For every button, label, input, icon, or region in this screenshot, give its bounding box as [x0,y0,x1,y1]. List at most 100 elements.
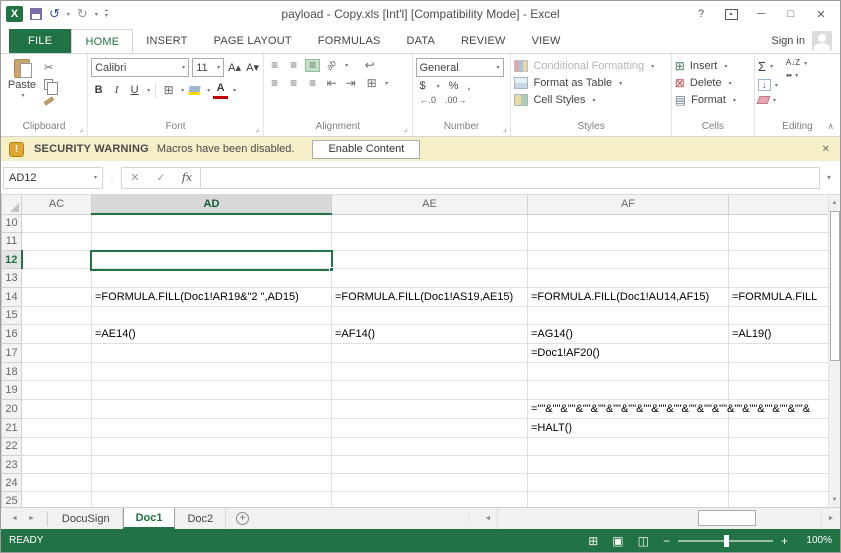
cell-AD24[interactable] [92,474,332,492]
cell-AF12[interactable] [528,251,729,269]
zoom-slider-thumb[interactable] [724,535,729,547]
formula-bar-splitter[interactable]: ⋮ [103,173,121,182]
underline-dropdown-icon[interactable]: ▾ [147,87,150,94]
comma-style-button[interactable]: , [467,80,470,92]
user-avatar[interactable] [812,31,832,51]
cell-AC22[interactable] [22,437,92,455]
tab-view[interactable]: VIEW [519,29,574,53]
cell-AE20[interactable] [332,399,528,418]
new-sheet-button[interactable]: + [226,508,259,529]
row-header-15[interactable]: 15 [2,306,22,324]
cell-AD20[interactable] [92,399,332,418]
cell-AD11[interactable] [92,232,332,250]
page-break-preview-button[interactable]: ◫ [638,534,649,548]
cell-AD21[interactable] [92,418,332,437]
cell-AE10[interactable] [332,214,528,232]
redo-icon[interactable]: ↻ [77,8,88,20]
cell-AD12[interactable] [92,251,332,269]
cell-AC19[interactable] [22,381,92,399]
cell-AF10[interactable] [528,214,729,232]
cell-AG10[interactable] [729,214,841,232]
zoom-out-button[interactable]: − [663,536,670,546]
cell-AG13[interactable] [729,269,841,287]
warning-close-icon[interactable]: ✕ [822,144,830,155]
tab-file[interactable]: FILE [9,29,71,53]
row-header-14[interactable]: 14 [2,287,22,306]
cell-AG25[interactable] [729,492,841,507]
bold-button[interactable]: B [91,81,106,99]
accounting-format-button[interactable]: $ [420,80,426,92]
row-header-11[interactable]: 11 [2,232,22,250]
enable-content-button[interactable]: Enable Content [312,140,420,159]
cell-AF14[interactable]: =FORMULA.FILL(Doc1!AU14,AF15) [528,287,729,306]
zoom-slider[interactable] [678,540,773,542]
font-name-select[interactable]: Calibri▾ [91,58,189,77]
formula-input[interactable] [200,167,820,189]
cell-AE18[interactable] [332,362,528,380]
cell-AC25[interactable] [22,492,92,507]
cell-AF15[interactable] [528,306,729,324]
cell-AF22[interactable] [528,437,729,455]
sheet-tab-doc1[interactable]: Doc1 [123,508,176,529]
column-header-AF[interactable]: AF [528,195,729,214]
cell-AE11[interactable] [332,232,528,250]
middle-align-button[interactable]: ≡ [286,59,301,72]
cell-AD15[interactable] [92,306,332,324]
customize-qat-icon[interactable]: ▾ [105,10,108,19]
row-header-18[interactable]: 18 [2,362,22,380]
close-button[interactable]: ✕ [808,4,834,24]
cell-AG15[interactable] [729,306,841,324]
scroll-down-button[interactable]: ▼ [829,492,840,507]
column-header-AG[interactable]: AG [729,195,841,214]
italic-button[interactable]: I [109,81,124,99]
cell-AE15[interactable] [332,306,528,324]
number-dialog-launcher[interactable]: ⌟ [503,125,507,133]
select-all-corner[interactable] [2,195,22,214]
vertical-scroll-thumb[interactable] [830,211,840,361]
horizontal-scrollbar[interactable]: ⋮ ◄ ► [465,508,840,529]
cell-AC11[interactable] [22,232,92,250]
cell-AC20[interactable] [22,399,92,418]
borders-button[interactable]: ⊞ [161,81,176,99]
row-header-12[interactable]: 12 [2,251,22,269]
shrink-font-button[interactable]: A▾ [245,59,260,77]
insert-cells-button[interactable]: ⊞ Insert▾ [675,60,751,72]
center-button[interactable]: ≡ [286,77,301,90]
underline-button[interactable]: U [127,81,142,99]
cell-AD14[interactable]: =FORMULA.FILL(Doc1!AR19&"2 ",AD15) [92,287,332,306]
paste-dropdown-icon[interactable]: ▾ [21,92,24,99]
cell-AC16[interactable] [22,324,92,343]
format-cells-button[interactable]: ▤ Format▾ [675,94,751,106]
tab-review[interactable]: REVIEW [448,29,519,53]
cell-AF21[interactable]: =HALT() [528,418,729,437]
cell-AF17[interactable]: =Doc1!AF20() [528,343,729,362]
sheet-tab-doc2[interactable]: Doc2 [175,508,226,529]
enter-entry-icon[interactable]: ✓ [148,171,174,184]
percent-style-button[interactable]: % [449,80,459,92]
cell-AD17[interactable] [92,343,332,362]
delete-cells-button[interactable]: ⊠ Delete▾ [675,77,751,89]
tab-home[interactable]: HOME [71,29,133,53]
maximize-button[interactable]: □ [778,4,804,24]
decrease-decimal-button[interactable]: .00→ [445,95,467,105]
cell-AG14[interactable]: =FORMULA.FILL [729,287,841,306]
find-select-button[interactable]: ●●▾ [786,72,807,79]
autosum-button[interactable]: Σ▾ [758,59,778,74]
tab-page-layout[interactable]: PAGE LAYOUT [201,29,305,53]
row-header-13[interactable]: 13 [2,269,22,287]
cell-AE19[interactable] [332,381,528,399]
scroll-right-button[interactable]: ► [822,515,840,522]
save-icon[interactable] [30,8,42,20]
cut-button[interactable]: ✂ [44,60,58,74]
cell-AE22[interactable] [332,437,528,455]
cell-AC18[interactable] [22,362,92,380]
insert-function-icon[interactable]: fx [174,171,200,184]
tab-data[interactable]: DATA [394,29,449,53]
collapse-ribbon-button[interactable]: ∧ [827,121,834,132]
cell-AD18[interactable] [92,362,332,380]
sign-in-link[interactable]: Sign in [771,35,805,47]
tab-formulas[interactable]: FORMULAS [305,29,394,53]
cell-AC15[interactable] [22,306,92,324]
align-left-button[interactable]: ≡ [267,77,282,90]
font-color-button[interactable]: A [213,81,228,99]
